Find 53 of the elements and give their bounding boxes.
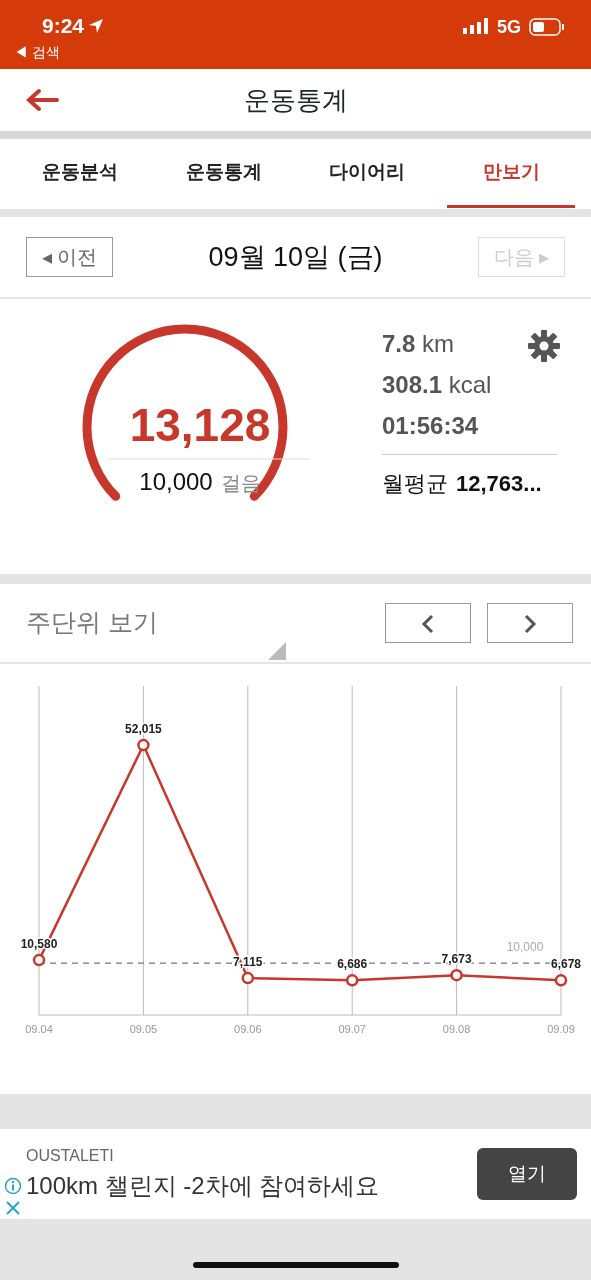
x-axis-label: 09.04 — [25, 1023, 53, 1035]
clock-time: 9:24 — [41, 13, 85, 39]
dropdown-corner-icon — [268, 642, 286, 660]
next-week-button[interactable] — [487, 603, 573, 643]
info-icon — [4, 1177, 22, 1195]
data-point — [32, 953, 46, 967]
monthly-average-label: 월평균 — [382, 470, 448, 498]
goal-value: 10,000 — [139, 467, 213, 497]
date-label: 09월 10일 (금) — [208, 240, 383, 274]
chevron-right-icon — [523, 613, 537, 634]
previous-button[interactable]: ◂ 이전 — [26, 237, 113, 277]
data-point — [345, 974, 359, 987]
signal-icon — [463, 18, 489, 34]
ad-text: 100km 챌린지 -2차에 참여하세요 — [26, 1171, 380, 1201]
close-ad-button[interactable] — [4, 1199, 22, 1215]
chevron-left-icon — [421, 613, 435, 634]
back-to-search-link[interactable]: ◀ 검색 — [14, 41, 60, 63]
back-button[interactable] — [24, 87, 60, 113]
back-arrow-icon — [25, 88, 59, 113]
network-label: 5G — [497, 18, 521, 36]
tab[interactable]: 운동통계 — [159, 139, 288, 208]
tab[interactable]: 다이어리 — [303, 139, 432, 208]
tab[interactable]: 운동분석 — [16, 139, 144, 208]
goal-line-label: 10,000 — [506, 940, 544, 955]
data-label: 7,673 — [441, 952, 472, 967]
settings-button[interactable] — [527, 329, 561, 363]
previous-week-button[interactable] — [385, 603, 471, 643]
x-axis-label: 09.07 — [338, 1023, 366, 1035]
x-axis-label: 09.06 — [234, 1023, 262, 1035]
data-point — [137, 738, 150, 752]
step-count: 13,128 — [129, 402, 271, 448]
data-point — [554, 974, 568, 987]
stat-value: 01:56:34 — [382, 411, 479, 441]
data-point — [241, 971, 255, 985]
battery-icon — [529, 18, 565, 36]
stat-value: 308.1 kcal — [382, 370, 492, 400]
ad-advertiser: OUSTALETI — [26, 1146, 115, 1166]
open-button[interactable]: 열기 — [477, 1148, 577, 1200]
data-label: 6,686 — [337, 957, 368, 972]
settings-icon — [527, 329, 561, 363]
monthly-average-value: 12,763... — [456, 470, 542, 498]
goal-unit: 걸음 — [220, 471, 261, 496]
stat-value: 7.8 km — [382, 329, 455, 359]
data-point — [450, 968, 463, 982]
x-axis-label: 09.08 — [442, 1023, 471, 1035]
location-icon — [88, 17, 105, 34]
close-icon — [5, 1199, 21, 1216]
data-label: 52,015 — [125, 722, 162, 737]
week-view-dropdown[interactable]: 주단위 보기 — [26, 604, 158, 642]
x-axis-label: 09.05 — [129, 1023, 158, 1035]
page-title: 운동통계 — [243, 83, 348, 117]
data-label: 6,678 — [550, 957, 581, 972]
x-axis-label: 09.09 — [547, 1023, 575, 1035]
